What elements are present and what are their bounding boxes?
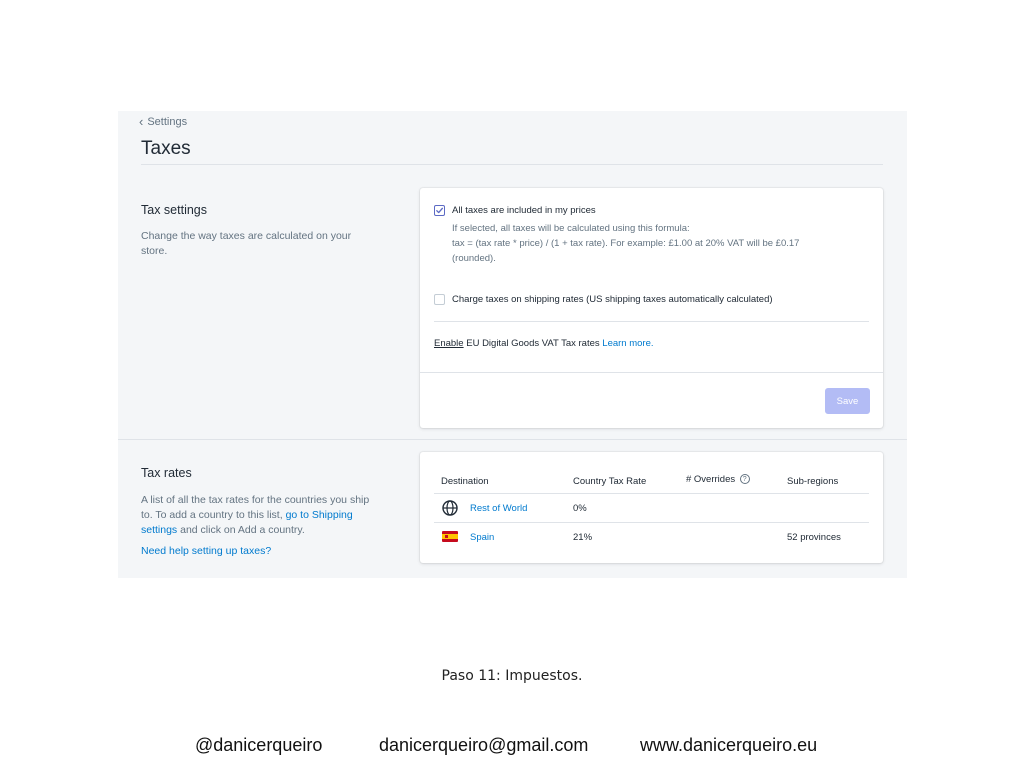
tax-settings-description: Change the way taxes are calculated on y… xyxy=(141,229,351,259)
caption-text: Impuestos. xyxy=(500,668,583,684)
tax-rates-desc-line2: to. To add a country to this list, go to… xyxy=(141,508,381,523)
col-overrides-label: # Overrides xyxy=(686,474,736,485)
country-tax-rate: 21% xyxy=(573,532,593,543)
eu-vat-line: Enable EU Digital Goods VAT Tax rates Le… xyxy=(434,338,654,349)
table-row-rest-of-world[interactable]: Rest of World 0% xyxy=(434,495,869,524)
taxes-included-help: If selected, all taxes will be calculate… xyxy=(452,221,852,266)
taxes-included-label[interactable]: All taxes are included in my prices xyxy=(452,205,596,216)
table-row-spain[interactable]: Spain 21% 52 provinces xyxy=(434,524,869,553)
footer-handle: @danicerqueiro xyxy=(195,735,323,755)
tax-rates-title: Tax rates xyxy=(141,466,192,480)
back-to-settings-link[interactable]: ‹ Settings xyxy=(139,115,187,128)
card-footer-divider xyxy=(420,372,883,373)
tax-rates-desc-line2-text: to. To add a country to this list, xyxy=(141,509,286,521)
caption-step: Paso 11: xyxy=(441,668,501,684)
charge-shipping-tax-checkbox[interactable] xyxy=(434,294,445,305)
checkmark-icon xyxy=(436,207,444,214)
back-link-label: Settings xyxy=(147,115,188,128)
footer-website: www.danicerqueiro.eu xyxy=(640,735,818,755)
tax-settings-description-line2: store. xyxy=(141,245,168,257)
tax-rates-desc-line3: settings and click on Add a country. xyxy=(141,523,381,538)
save-button[interactable]: Save xyxy=(825,388,870,414)
table-row-divider xyxy=(434,522,869,523)
enable-eu-vat-link[interactable]: Enable xyxy=(434,338,464,349)
col-sub-regions: Sub-regions xyxy=(787,476,839,487)
destination-link[interactable]: Spain xyxy=(470,532,494,543)
taxes-included-help-line2: tax = (tax rate * price) / (1 + tax rate… xyxy=(452,238,800,249)
taxes-included-help-line1: If selected, all taxes will be calculate… xyxy=(452,223,690,234)
settings-inner-divider xyxy=(434,321,869,322)
tax-rates-desc-line3-text: and click on Add a country. xyxy=(177,524,305,536)
tax-settings-title: Tax settings xyxy=(141,203,208,217)
taxes-included-help-line3: (rounded). xyxy=(452,253,496,264)
eu-vat-text: EU Digital Goods VAT Tax rates xyxy=(463,338,603,349)
header-divider xyxy=(141,164,883,165)
tax-settings-card: All taxes are included in my prices If s… xyxy=(420,188,883,428)
tax-rates-card: Destination Country Tax Rate # Overrides… xyxy=(420,452,883,563)
taxes-included-checkbox[interactable] xyxy=(434,205,445,216)
spain-flag-icon xyxy=(442,531,458,542)
tax-rates-description: A list of all the tax rates for the coun… xyxy=(141,493,381,538)
slide-caption: Paso 11: Impuestos. xyxy=(0,668,1024,684)
col-destination: Destination xyxy=(441,476,489,487)
country-tax-rate: 0% xyxy=(573,503,587,514)
charge-shipping-tax-label[interactable]: Charge taxes on shipping rates (US shipp… xyxy=(452,294,773,305)
sub-regions: 52 provinces xyxy=(787,532,841,543)
learn-more-link[interactable]: Learn more. xyxy=(602,338,653,349)
col-overrides: # Overrides ? xyxy=(686,474,750,485)
globe-icon xyxy=(442,500,458,516)
tax-rates-desc-line1: A list of all the tax rates for the coun… xyxy=(141,494,370,506)
shopify-taxes-screen: ‹ Settings Taxes Tax settings Change the… xyxy=(118,111,907,578)
sections-divider xyxy=(118,439,907,440)
tax-settings-description-line1: Change the way taxes are calculated on y… xyxy=(141,230,352,242)
destination-link[interactable]: Rest of World xyxy=(470,503,527,514)
shipping-settings-link[interactable]: settings xyxy=(141,524,177,536)
need-help-taxes-link[interactable]: Need help setting up taxes? xyxy=(141,544,271,559)
go-to-shipping-link[interactable]: go to Shipping xyxy=(286,509,353,521)
chevron-left-icon: ‹ xyxy=(139,114,144,129)
table-header-divider xyxy=(434,493,869,494)
col-country-tax-rate: Country Tax Rate xyxy=(573,476,647,487)
page-title: Taxes xyxy=(141,138,191,159)
help-circle-icon[interactable]: ? xyxy=(739,474,750,485)
footer-email: danicerqueiro@gmail.com xyxy=(379,735,589,755)
